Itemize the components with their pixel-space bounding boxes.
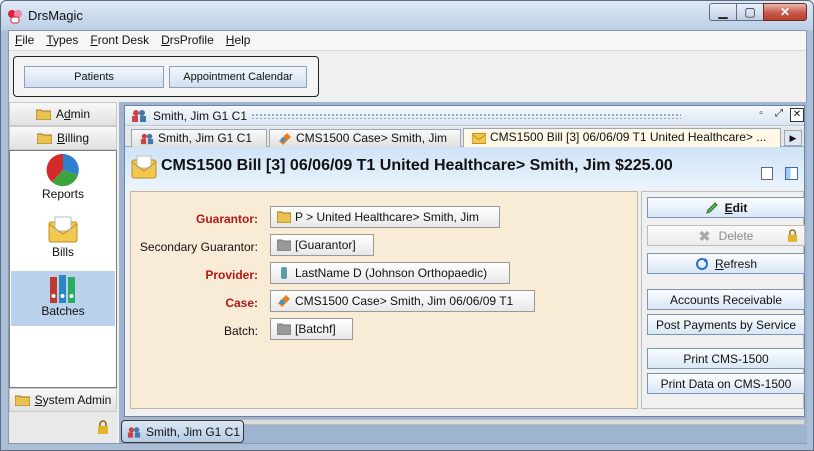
close-internal-button[interactable]: ✕ [790, 108, 804, 122]
envelope-icon [472, 133, 486, 144]
refresh-button[interactable]: Refresh [647, 253, 805, 274]
patients-icon [140, 133, 154, 145]
sidebar: Admin Billing Reports Bills Batches Syst… [9, 102, 117, 443]
refresh-icon [695, 257, 708, 270]
case-icon [278, 295, 290, 307]
tab-case[interactable]: CMS1500 Case> Smith, Jim [269, 129, 461, 147]
menu-file[interactable]: File [9, 31, 40, 50]
expand-icon: ⤢ [775, 108, 783, 119]
title-grip [251, 113, 681, 119]
note-icon[interactable] [761, 167, 773, 180]
batch-field[interactable]: [Batchf] [270, 318, 353, 340]
print-data-button[interactable]: Print Data on CMS-1500 [647, 373, 805, 394]
batches-label: Batches [41, 304, 85, 318]
post-payments-button[interactable]: Post Payments by Service [647, 314, 805, 335]
maximize-icon: ▢ [744, 5, 756, 19]
iconify-button[interactable]: ▫ [754, 108, 768, 122]
secondary-guarantor-label: Secondary Guarantor: [139, 240, 258, 254]
lock-icon [787, 229, 798, 242]
folder-icon [277, 239, 291, 251]
patients-icon [127, 427, 141, 438]
maximize-internal-button[interactable]: ⤢ [772, 108, 786, 122]
accounts-receivable-button[interactable]: Accounts Receivable [647, 289, 805, 310]
pencil-icon [705, 201, 718, 214]
title-bar[interactable]: DrsMagic ▁ ▢ ✕ [1, 1, 813, 30]
menu-front-desk[interactable]: Front Desk [84, 31, 155, 50]
sidebar-item-bills[interactable]: Bills [11, 213, 115, 269]
record-header: CMS1500 Bill [3] 06/06/09 T1 United Heal… [125, 147, 804, 189]
secondary-guarantor-field[interactable]: [Guarantor] [270, 234, 374, 256]
patients-icon [132, 110, 146, 122]
layout-icon[interactable] [785, 167, 798, 180]
client-area: File Types Front Desk DrsProfile Help Pa… [8, 30, 807, 444]
menu-bar: File Types Front Desk DrsProfile Help [9, 31, 806, 51]
sidebar-admin[interactable]: Admin [9, 102, 117, 126]
pie-chart-icon [46, 153, 79, 187]
tab-bill[interactable]: CMS1500 Bill [3] 06/06/09 T1 United Heal… [463, 128, 781, 147]
folder-icon [277, 323, 291, 335]
folder-icon [14, 395, 30, 406]
provider-icon [281, 267, 287, 279]
chevron-right-icon: ▶ [789, 133, 797, 143]
folder-icon [35, 109, 51, 120]
edit-button[interactable]: Edit [647, 197, 805, 218]
tab-scroll-button[interactable]: ▶ [784, 130, 802, 146]
case-label: Case: [225, 296, 258, 310]
bill-form: Guarantor: P > United Healthcare> Smith,… [130, 191, 638, 409]
minimize-icon: ▁ [718, 5, 728, 19]
app-logo-icon [8, 10, 22, 24]
menu-drsprofile[interactable]: DrsProfile [155, 31, 220, 50]
envelope-icon [48, 216, 78, 243]
reports-label: Reports [41, 187, 85, 201]
minimize-button[interactable]: ▁ [709, 3, 737, 21]
sidebar-system-admin[interactable]: System Admin [9, 388, 117, 412]
menu-types[interactable]: Types [40, 31, 84, 50]
window-tab-patient[interactable]: Smith, Jim G1 C1 [121, 420, 244, 443]
internal-window: Smith, Jim G1 C1 ▫ ⤢ ✕ Smith, Jim G1 C1 … [124, 105, 805, 417]
delete-x-icon: ✖ [698, 227, 711, 244]
record-title: CMS1500 Bill [3] 06/06/09 T1 United Heal… [161, 157, 673, 174]
bills-label: Bills [51, 245, 74, 259]
guarantor-label: Guarantor: [195, 212, 258, 226]
guarantor-field[interactable]: P > United Healthcare> Smith, Jim [270, 206, 500, 228]
maximize-button[interactable]: ▢ [736, 3, 764, 21]
binders-icon [50, 275, 75, 303]
close-icon: ✕ [792, 109, 802, 120]
billing-list: Reports Bills Batches [9, 150, 117, 388]
sidebar-item-reports[interactable]: Reports [11, 153, 115, 209]
internal-title: Smith, Jim G1 C1 [153, 109, 248, 123]
quick-toolbar: Patients Appointment Calendar [13, 56, 319, 97]
action-panel: Edit ✖ Delete Refresh Accounts Receivabl… [641, 191, 805, 409]
folder-icon [277, 211, 291, 223]
case-icon [279, 133, 291, 145]
sidebar-billing[interactable]: Billing [9, 126, 117, 150]
folder-icon [36, 133, 52, 144]
internal-title-bar[interactable]: Smith, Jim G1 C1 ▫ ⤢ ✕ [125, 106, 804, 126]
close-button[interactable]: ✕ [763, 3, 807, 21]
inner-desktop: Smith, Jim G1 C1 ▫ ⤢ ✕ Smith, Jim G1 C1 … [119, 102, 807, 443]
print-cms1500-button[interactable]: Print CMS-1500 [647, 348, 805, 369]
patients-button[interactable]: Patients [24, 66, 164, 88]
provider-label: Provider: [205, 268, 258, 282]
close-icon: ✕ [779, 5, 791, 19]
delete-button[interactable]: ✖ Delete [647, 225, 805, 246]
minimize-icon: ▫ [759, 108, 763, 119]
batch-label: Batch: [223, 324, 258, 338]
window-title: DrsMagic [28, 8, 83, 23]
app-window: DrsMagic ▁ ▢ ✕ File Types Front Desk Drs… [0, 0, 814, 451]
appointment-calendar-button[interactable]: Appointment Calendar [169, 66, 307, 88]
bill-envelope-icon [131, 155, 157, 179]
sidebar-item-batches[interactable]: Batches [11, 271, 115, 326]
menu-help[interactable]: Help [220, 31, 257, 50]
case-field[interactable]: CMS1500 Case> Smith, Jim 06/06/09 T1 [270, 290, 535, 312]
provider-field[interactable]: LastName D (Johnson Orthopaedic) [270, 262, 510, 284]
lock-icon[interactable] [97, 420, 109, 434]
tab-strip: Smith, Jim G1 C1 CMS1500 Case> Smith, Ji… [125, 127, 804, 147]
tab-patient[interactable]: Smith, Jim G1 C1 [131, 129, 267, 147]
